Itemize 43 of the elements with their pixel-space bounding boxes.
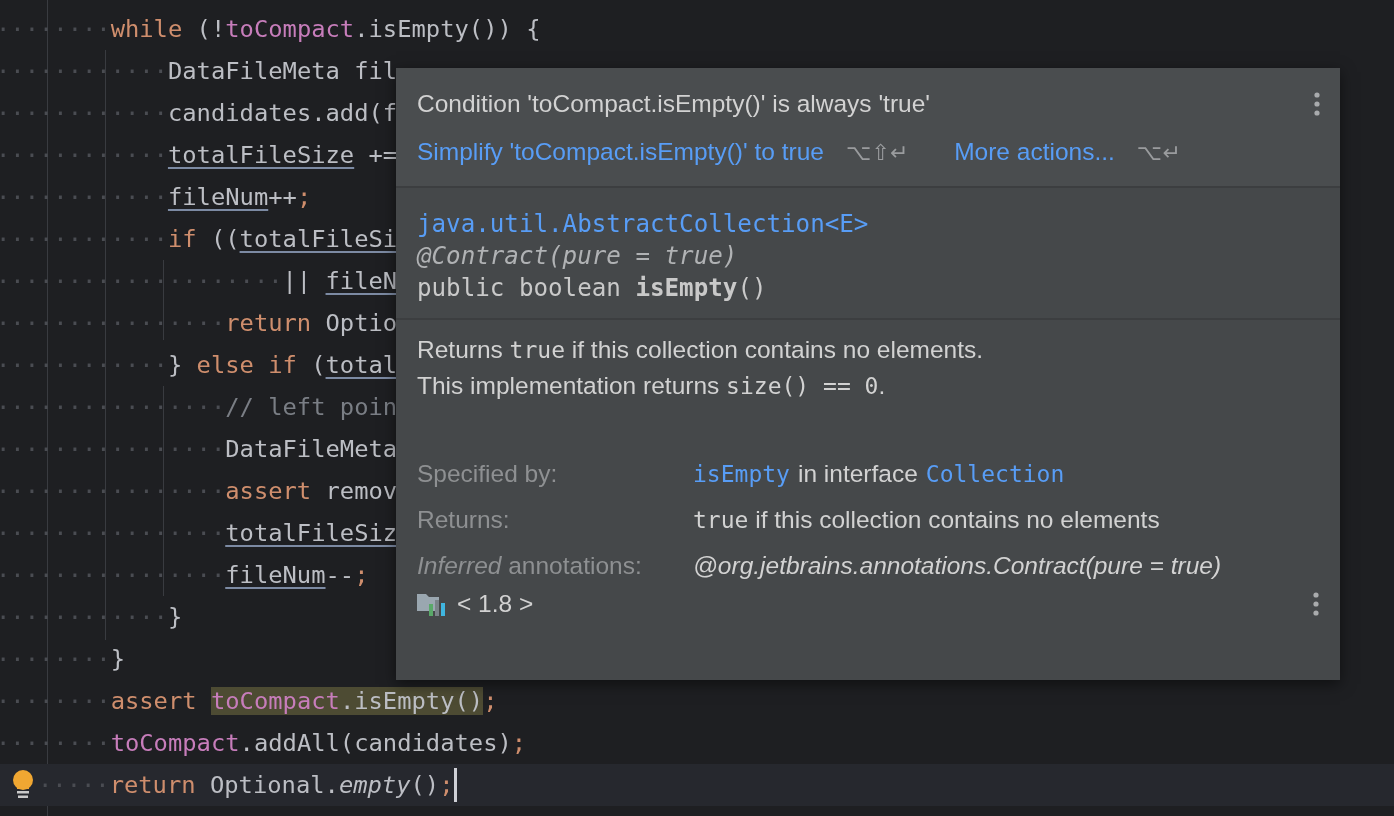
shortcut-hint: ⌥↵ (1136, 139, 1181, 165)
code-line: ················// left poin (0, 392, 398, 423)
code-line: ············fileNum++; (0, 182, 312, 213)
detail-text: true if this collection contains no elements (693, 505, 1160, 535)
code-line: ········toCompact.addAll(candidates); (0, 728, 527, 759)
code-line: ············totalFileSize += (0, 140, 398, 171)
text-cursor (453, 768, 457, 802)
code-line: ················assert remov (0, 476, 398, 507)
annotation-text: @org.jetbrains.annotations.Contract(pure = true) (693, 551, 1222, 581)
library-version: < 1.8 > (457, 590, 534, 618)
detail-label: Returns: (417, 505, 511, 535)
detail-label: Inferred annotations: (417, 551, 643, 581)
code-line: ············} (0, 602, 183, 633)
problem-message: Condition 'toCompact.isEmpty()' is always 'true' (417, 90, 930, 118)
method-signature: public boolean isEmpty() (417, 273, 768, 304)
action-link[interactable]: More actions... (954, 138, 1115, 166)
code-line: ················fileNum--; (0, 560, 369, 591)
code-line: ············DataFileMeta fil (0, 56, 398, 87)
library-icon (417, 592, 447, 616)
description-text: This implementation returns size() == 0. (417, 371, 887, 401)
detail-label: Specified by: (417, 459, 559, 489)
code-line: ········} (0, 644, 125, 675)
link[interactable]: isEmpty (693, 458, 790, 490)
more-options-icon[interactable] (1313, 592, 1319, 616)
annotation-text: @Contract(pure = true) (417, 241, 739, 272)
shortcut-hint: ⌥⇧↵ (845, 139, 909, 165)
code-line: ················DataFileMeta (0, 434, 398, 465)
link[interactable]: Collection (925, 458, 1065, 490)
class-link[interactable]: java.util.AbstractCollection<E> (417, 208, 1319, 240)
action-link[interactable]: Simplify 'toCompact.isEmpty()' to true (417, 138, 824, 166)
code-line: ········while (!toCompact.isEmpty()) { (0, 14, 541, 45)
code-line: ············} else if (total (0, 350, 398, 381)
code-line: ············candidates.add(f (0, 98, 398, 129)
code-line: ············if ((totalFileSi (0, 224, 398, 255)
more-options-icon[interactable] (1314, 92, 1320, 116)
lightbulb-icon[interactable] (12, 770, 34, 800)
description-text: Returns true if this collection contains no elements. (417, 335, 985, 365)
code-line: ·····return Optional.empty(); (38, 770, 454, 801)
code-line: ················totalFileSiz (0, 518, 398, 549)
code-line: ····················|| fileN (0, 266, 398, 297)
code-line: ················return Optio (0, 308, 398, 339)
code-line: ········assert toCompact.isEmpty(); (0, 686, 498, 717)
detail-text: in interface (797, 459, 918, 489)
